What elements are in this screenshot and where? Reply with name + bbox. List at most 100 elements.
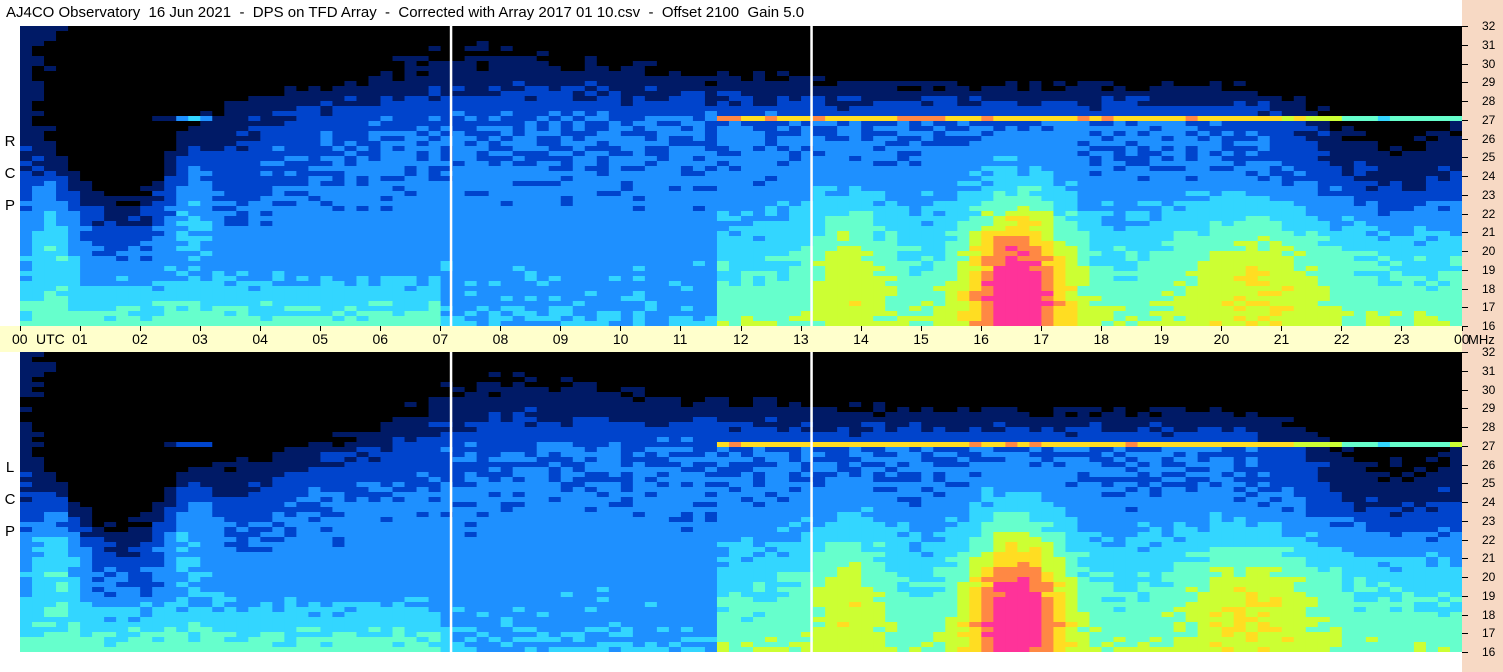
spectrogram-cell [1029,131,1043,137]
spectrogram-cell [1005,156,1018,162]
spectrogram-cell [56,216,69,222]
spectrogram-cell [789,166,802,172]
spectrogram-cell [668,136,682,142]
spectrogram-cell [1437,116,1451,122]
spectrogram-cell [104,61,117,67]
spectrogram-cell [188,36,201,42]
spectrogram-cell [1029,221,1043,227]
spectrogram-cell [1221,156,1235,162]
spectrogram-cell [1245,191,1259,197]
spectrogram-cell [1329,41,1343,47]
spectrogram-cell [500,86,514,92]
spectrogram-cell [945,191,958,197]
spectrogram-cell [1425,91,1439,97]
spectrogram-cell [1317,186,1331,192]
spectrogram-cell [1353,181,1367,187]
spectrogram-cell [1413,141,1427,147]
spectrogram-cell [572,221,586,227]
spectrogram-cell [32,176,45,182]
spectrogram-cell [1281,161,1295,167]
spectrogram-cell [921,71,934,77]
spectrogram-cell [92,81,105,87]
spectrogram-cell [152,231,165,237]
spectrogram-cell [164,131,177,137]
spectrogram-cell [392,101,406,107]
spectrogram-cell [128,156,141,162]
spectrogram-cell [596,66,610,72]
spectrogram-cell [128,121,141,127]
spectrogram-cell [1017,66,1030,72]
spectrogram-cell [164,111,177,117]
spectrogram-cell [1317,86,1331,92]
spectrogram-cell [921,121,934,127]
spectrogram-cell [1413,46,1427,52]
spectrogram-cell [981,211,994,217]
spectrogram-cell [392,126,406,132]
spectrogram-cell [584,156,598,162]
spectrogram-cell [524,121,538,127]
spectrogram-cell [1449,186,1462,192]
spectrogram-cell [500,116,514,122]
spectrogram-cell [452,166,466,172]
spectrogram-cell [957,121,970,127]
spectrogram-cell [1413,111,1427,117]
spectrogram-cell [644,221,658,227]
spectrogram-cell [861,91,874,97]
spectrogram-cell [524,231,538,237]
spectrogram-cell [945,171,958,177]
spectrogram-cell [416,96,430,102]
spectrogram-cell [644,56,658,62]
spectrogram-cell [512,156,526,162]
spectrogram-cell [1017,211,1030,217]
spectrogram-cell [1269,161,1283,167]
spectrogram-cell [236,231,249,237]
spectrogram-cell [1257,181,1271,187]
spectrogram-cell [716,171,730,177]
spectrogram-cell [428,26,442,32]
spectrogram-cell [656,221,670,227]
spectrogram-cell [957,71,970,77]
spectrogram-cell [368,171,382,177]
spectrogram-cell [1113,91,1127,97]
spectrogram-cell [68,111,81,117]
spectrogram-cell [620,206,634,212]
spectrogram-cell [1281,131,1295,137]
spectrogram-cell [1209,146,1223,152]
spectrogram-cell [32,221,45,227]
spectrogram-cell [813,201,826,207]
spectrogram-cell [116,61,129,67]
spectrogram-cell [1257,226,1271,232]
spectrogram-cell [861,181,874,187]
spectrogram-cell [176,196,189,202]
spectrogram-cell [560,146,574,152]
spectrogram-cell [1197,86,1211,92]
spectrogram-cell [548,26,562,32]
spectrogram-cell [1173,41,1187,47]
spectrogram-cell [1293,181,1307,187]
spectrogram-cell [116,71,129,77]
spectrogram-cell [716,41,730,47]
spectrogram-cell [861,231,874,237]
spectrogram-cell [476,181,490,187]
spectrogram-cell [152,131,165,137]
spectrogram-cell [248,166,261,172]
spectrogram-cell [380,216,394,222]
spectrogram-cell [1341,196,1355,202]
spectrogram-cell [356,156,370,162]
spectrogram-cell [1029,141,1043,147]
spectrogram-cell [837,171,850,177]
spectrogram-cell [1305,181,1319,187]
spectrogram-cell [765,166,778,172]
spectrogram-cell [368,191,382,197]
spectrogram-cell [1293,61,1307,67]
spectrogram-cell [212,111,225,117]
spectrogram-cell [813,146,826,152]
spectrogram-cell [452,221,466,227]
spectrogram-cell [885,111,898,117]
spectrogram-cell [104,156,117,162]
spectrogram-cell [921,41,934,47]
spectrogram-cell [176,101,189,107]
spectrogram-cell [993,66,1006,72]
spectrogram-cell [152,166,165,172]
spectrogram-cell [728,171,742,177]
